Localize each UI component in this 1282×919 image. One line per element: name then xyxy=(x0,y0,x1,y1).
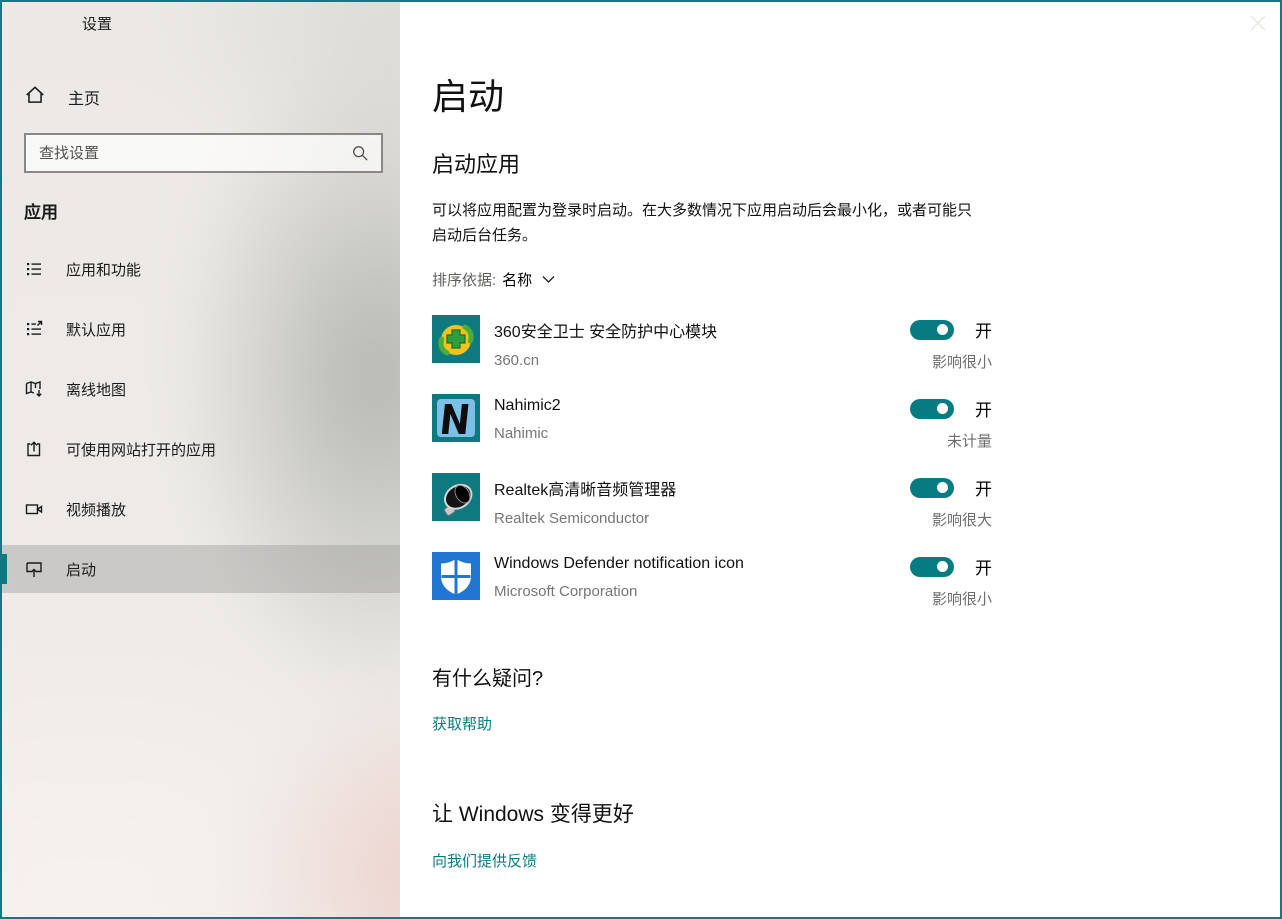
feedback-heading: 让 Windows 变得更好 xyxy=(432,798,1280,828)
help-heading: 有什么疑问? xyxy=(432,662,1280,691)
startup-impact: 未计量 xyxy=(947,430,992,451)
sidebar-item-offline-maps[interactable]: 离线地图 xyxy=(2,365,400,413)
app-publisher: 360.cn xyxy=(494,352,910,369)
sidebar-item-label: 可使用网站打开的应用 xyxy=(66,439,216,460)
sidebar-item-label: 主页 xyxy=(68,85,100,109)
sidebar-item-label: 离线地图 xyxy=(66,379,126,400)
sort-by-value: 名称 xyxy=(502,269,532,290)
search-box xyxy=(24,133,383,173)
app-publisher: Microsoft Corporation xyxy=(494,583,910,600)
startup-impact: 影响很小 xyxy=(932,588,992,609)
settings-window: 设置 主页 应用 xyxy=(0,0,1282,919)
apps-features-icon xyxy=(24,259,44,279)
search-input[interactable] xyxy=(26,145,351,162)
sidebar-item-label: 应用和功能 xyxy=(66,259,141,280)
app-name: Realtek高清晰音频管理器 xyxy=(494,476,910,500)
toggle-defender[interactable] xyxy=(910,557,954,577)
sidebar-nav: 应用和功能 默 xyxy=(2,245,400,605)
chevron-down-icon xyxy=(542,275,555,284)
video-playback-icon xyxy=(24,499,44,519)
app-row-defender: Windows Defender notification icon Micro… xyxy=(432,552,992,600)
home-icon xyxy=(24,84,46,111)
sort-by-dropdown[interactable]: 排序依据: 名称 xyxy=(432,269,555,290)
app-icon-defender xyxy=(432,552,480,600)
toggle-knob xyxy=(937,403,948,414)
default-apps-icon xyxy=(24,319,44,339)
sidebar-item-video-playback[interactable]: 视频播放 xyxy=(2,485,400,533)
startup-icon xyxy=(24,559,44,579)
toggle-knob xyxy=(937,482,948,493)
sidebar-item-label: 启动 xyxy=(66,559,96,580)
startup-impact: 影响很大 xyxy=(932,509,992,530)
app-name: 360安全卫士 安全防护中心模块 xyxy=(494,318,910,342)
app-row-360: 360安全卫士 安全防护中心模块 360.cn 开 影响很小 xyxy=(432,315,992,363)
toggle-state-label: 开 xyxy=(975,317,992,342)
app-row-realtek: Realtek高清晰音频管理器 Realtek Semiconductor 开 … xyxy=(432,473,992,521)
sidebar: 设置 主页 应用 xyxy=(2,2,400,917)
page-title: 启动 xyxy=(432,68,1280,120)
give-feedback-link[interactable]: 向我们提供反馈 xyxy=(432,850,537,871)
app-icon-realtek xyxy=(432,473,480,521)
app-name: Nahimic2 xyxy=(494,397,910,415)
section-title-startup-apps: 启动应用 xyxy=(432,147,1280,179)
app-publisher: Realtek Semiconductor xyxy=(494,510,910,527)
app-publisher: Nahimic xyxy=(494,425,910,442)
sidebar-item-label: 视频播放 xyxy=(66,499,126,520)
startup-app-list: 360安全卫士 安全防护中心模块 360.cn 开 影响很小 xyxy=(432,315,992,600)
app-icon-360 xyxy=(432,315,480,363)
main-content: 启动 启动应用 可以将应用配置为登录时启动。在大多数情况下应用启动后会最小化，或… xyxy=(400,2,1280,917)
toggle-realtek[interactable] xyxy=(910,478,954,498)
sidebar-item-apps-features[interactable]: 应用和功能 xyxy=(2,245,400,293)
search-icon xyxy=(351,144,369,162)
toggle-360[interactable] xyxy=(910,320,954,340)
startup-impact: 影响很小 xyxy=(932,351,992,372)
app-icon-nahimic xyxy=(432,394,480,442)
app-row-nahimic: Nahimic2 Nahimic 开 未计量 xyxy=(432,394,992,442)
sort-by-label: 排序依据: xyxy=(432,269,496,290)
toggle-knob xyxy=(937,324,948,335)
toggle-state-label: 开 xyxy=(975,475,992,500)
toggle-state-label: 开 xyxy=(975,396,992,421)
window-title: 设置 xyxy=(82,13,112,34)
startup-description: 可以将应用配置为登录时启动。在大多数情况下应用启动后会最小化，或者可能只启动后台… xyxy=(432,198,984,248)
sidebar-item-default-apps[interactable]: 默认应用 xyxy=(2,305,400,353)
selected-accent-bar xyxy=(2,554,7,584)
app-name: Windows Defender notification icon xyxy=(494,555,910,573)
sidebar-item-label: 默认应用 xyxy=(66,319,126,340)
sidebar-item-apps-for-websites[interactable]: 可使用网站打开的应用 xyxy=(2,425,400,473)
toggle-state-label: 开 xyxy=(975,554,992,579)
toggle-nahimic[interactable] xyxy=(910,399,954,419)
sidebar-section-apps: 应用 xyxy=(24,198,58,223)
offline-maps-icon xyxy=(24,379,44,399)
sidebar-item-startup[interactable]: 启动 xyxy=(2,545,400,593)
close-icon[interactable] xyxy=(1250,15,1266,31)
sidebar-item-home[interactable]: 主页 xyxy=(2,78,400,116)
toggle-knob xyxy=(937,561,948,572)
apps-for-websites-icon xyxy=(24,439,44,459)
get-help-link[interactable]: 获取帮助 xyxy=(432,713,492,734)
